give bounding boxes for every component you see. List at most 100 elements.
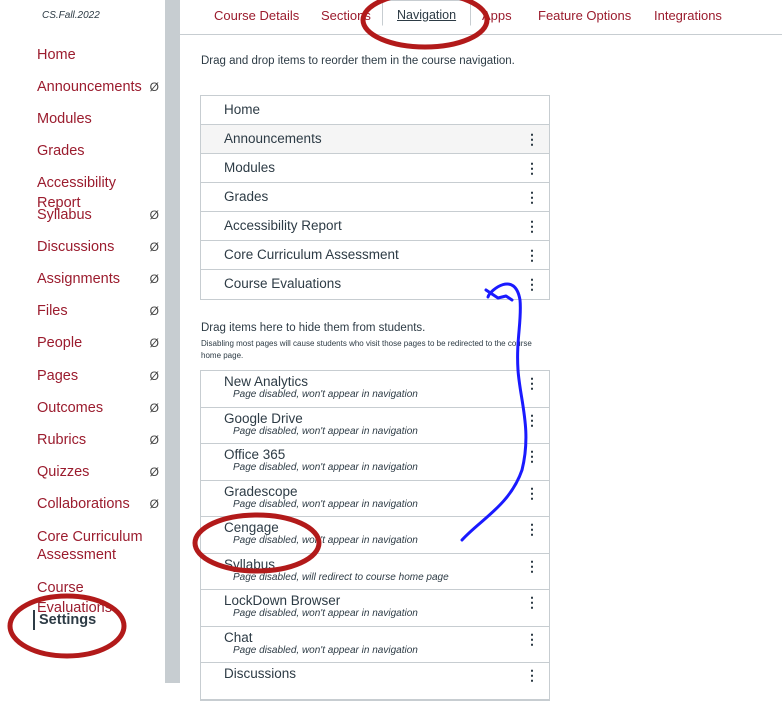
disabled-row-cengage[interactable]: Cengage Page disabled, won't appear in na… <box>201 517 549 554</box>
sidebar-item-label: People <box>37 335 83 351</box>
disabled-row-syllabus[interactable]: Syllabus Page disabled, will redirect to … <box>201 554 549 590</box>
tab-navigation[interactable]: Navigation <box>382 0 472 26</box>
disabled-row-status: Page disabled, won't appear in navigatio… <box>233 535 418 546</box>
nav-row-label: Core Curriculum Assessment <box>224 247 399 262</box>
sidebar-item-collaborations[interactable]: Collaborations Ø <box>37 494 162 514</box>
kebab-menu-icon[interactable]: ⋮ <box>525 558 539 575</box>
eye-slash-icon: Ø <box>149 272 159 286</box>
tab-apps[interactable]: Apps <box>482 8 512 23</box>
enabled-nav-list: Home Announcements ⋮ Modules ⋮ Grades ⋮ Accessi… <box>200 95 550 300</box>
disabled-row-title: Discussions <box>224 666 297 681</box>
eye-slash-icon: Ø <box>149 304 159 318</box>
nav-row-core-curriculum-assessment[interactable]: Core Curriculum Assessment ⋮ <box>201 241 549 270</box>
tab-feature-options[interactable]: Feature Options <box>538 8 631 23</box>
disabled-row-status: Page disabled, won't appear in navigatio… <box>233 498 418 510</box>
sidebar-item-label: Settings <box>39 612 97 628</box>
disabled-row-discussions[interactable]: Discussions ⋮ <box>201 663 549 700</box>
kebab-menu-icon[interactable]: ⋮ <box>525 125 539 153</box>
disabled-row-title: Cengage <box>224 520 279 535</box>
sidebar-item-label: Discussions <box>37 239 115 255</box>
disabled-row-status: Page disabled, won't appear in navigatio… <box>233 462 418 473</box>
reorder-instructions: Drag and drop items to reorder them in t… <box>201 55 515 67</box>
sidebar-item-label: Pages <box>37 368 79 384</box>
sidebar-item-files[interactable]: Files Ø <box>37 301 162 321</box>
nav-row-label: Announcements <box>224 131 322 146</box>
kebab-menu-icon[interactable]: ⋮ <box>525 212 539 240</box>
sidebar-item-grades[interactable]: Grades <box>37 141 162 161</box>
eye-slash-icon: Ø <box>149 80 159 94</box>
disabled-row-status: Page disabled, won't appear in navigatio… <box>233 608 418 619</box>
disabled-row-title: Chat <box>224 629 253 645</box>
sidebar-item-pages[interactable]: Pages Ø <box>37 366 162 386</box>
disabled-row-status: Page disabled, won't appear in navigatio… <box>233 425 418 437</box>
kebab-menu-icon[interactable]: ⋮ <box>525 448 539 465</box>
sidebar-item-announcements[interactable]: Announcements Ø <box>37 77 162 97</box>
sidebar-item-label: Grades <box>37 143 85 159</box>
sidebar-item-label: Rubrics <box>37 432 87 448</box>
disabled-row-title: New Analytics <box>224 374 309 389</box>
nav-row-label: Accessibility Report <box>224 218 342 233</box>
eye-slash-icon: Ø <box>149 336 159 350</box>
nav-row-course-evaluations[interactable]: Course Evaluations ⋮ <box>201 270 549 299</box>
sidebar-item-label: Collaborations <box>37 496 130 512</box>
sidebar-item-people[interactable]: People Ø <box>37 333 162 353</box>
disabled-row-chat[interactable]: Chat Page disabled, won't appear in navig… <box>201 627 549 663</box>
sidebar-item-label: Outcomes <box>37 400 104 416</box>
kebab-menu-icon[interactable]: ⋮ <box>525 154 539 182</box>
eye-slash-icon: Ø <box>149 208 159 222</box>
sidebar-item-settings[interactable]: Settings <box>33 610 164 630</box>
kebab-menu-icon[interactable]: ⋮ <box>525 594 539 611</box>
sidebar-item-rubrics[interactable]: Rubrics Ø <box>37 430 162 450</box>
kebab-menu-icon[interactable]: ⋮ <box>525 270 539 298</box>
eye-slash-icon: Ø <box>149 465 159 479</box>
disabled-row-office-365[interactable]: Office 365 Page disabled, won't appear in… <box>201 444 549 481</box>
eye-slash-icon: Ø <box>149 401 159 415</box>
sidebar-item-outcomes[interactable]: Outcomes Ø <box>37 398 162 418</box>
sidebar-item-core-curriculum-assessment[interactable]: Core Curriculum Assessment <box>37 528 162 564</box>
kebab-menu-icon[interactable]: ⋮ <box>525 521 539 538</box>
disabled-row-status: Page disabled, won't appear in navigatio… <box>233 644 418 656</box>
hidden-items-note: Disabling most pages will cause students… <box>201 339 532 360</box>
disabled-row-status: Page disabled, won't appear in navigatio… <box>233 389 418 400</box>
sidebar-item-discussions[interactable]: Discussions Ø <box>37 237 162 257</box>
sidebar-item-assignments[interactable]: Assignments Ø <box>37 269 162 289</box>
sidebar-item-label: Syllabus <box>37 207 92 223</box>
sidebar-item-home[interactable]: Home <box>37 45 162 65</box>
disabled-row-gradescope[interactable]: Gradescope Page disabled, won't appear in… <box>201 481 549 517</box>
kebab-menu-icon[interactable]: ⋮ <box>525 631 539 648</box>
disabled-row-lockdown-browser[interactable]: LockDown Browser Page disabled, won't app… <box>201 590 549 627</box>
disabled-row-title: LockDown Browser <box>224 593 341 608</box>
kebab-menu-icon[interactable]: ⋮ <box>525 412 539 429</box>
sidebar-item-label: Quizzes <box>37 464 90 480</box>
tab-course-details[interactable]: Course Details <box>214 8 299 23</box>
kebab-menu-icon[interactable]: ⋮ <box>525 183 539 211</box>
tab-sections[interactable]: Sections <box>321 8 371 23</box>
hidden-items-header: Drag items here to hide them from studen… <box>201 322 426 334</box>
tab-integrations[interactable]: Integrations <box>654 8 722 23</box>
sidebar-item-syllabus[interactable]: Syllabus Ø <box>37 205 162 225</box>
nav-row-label: Modules <box>224 160 276 175</box>
nav-row-label: Grades <box>224 189 269 204</box>
disabled-row-new-analytics[interactable]: New Analytics Page disabled, won't appear… <box>201 371 549 408</box>
nav-row-accessibility-report[interactable]: Accessibility Report ⋮ <box>201 212 549 241</box>
nav-row-announcements[interactable]: Announcements ⋮ <box>201 125 549 154</box>
nav-row-modules[interactable]: Modules ⋮ <box>201 154 549 183</box>
sidebar-item-modules[interactable]: Modules <box>37 109 162 129</box>
sidebar-item-label: Announcements <box>37 79 142 95</box>
settings-tabs: Course Details Sections Navigation Apps … <box>180 0 782 35</box>
disabled-nav-list: New Analytics Page disabled, won't appear… <box>200 370 550 701</box>
course-navigation-sidebar: CS.Fall.2022 Home Announcements Ø Modules Gr… <box>0 0 165 683</box>
kebab-menu-icon[interactable]: ⋮ <box>525 485 539 502</box>
nav-row-home[interactable]: Home <box>201 96 549 125</box>
kebab-menu-icon[interactable]: ⋮ <box>525 241 539 269</box>
eye-slash-icon: Ø <box>149 369 159 383</box>
kebab-menu-icon[interactable]: ⋮ <box>525 375 539 392</box>
nav-row-grades[interactable]: Grades ⋮ <box>201 183 549 212</box>
sidebar-scrollbar[interactable] <box>165 0 180 683</box>
eye-slash-icon: Ø <box>149 240 159 254</box>
kebab-menu-icon[interactable]: ⋮ <box>525 667 539 684</box>
disabled-row-google-drive[interactable]: Google Drive Page disabled, won't appear … <box>201 408 549 444</box>
sidebar-item-label: Core Curriculum Assessment <box>37 529 143 563</box>
sidebar-item-quizzes[interactable]: Quizzes Ø <box>37 462 162 482</box>
sidebar-item-label: Home <box>37 47 76 63</box>
